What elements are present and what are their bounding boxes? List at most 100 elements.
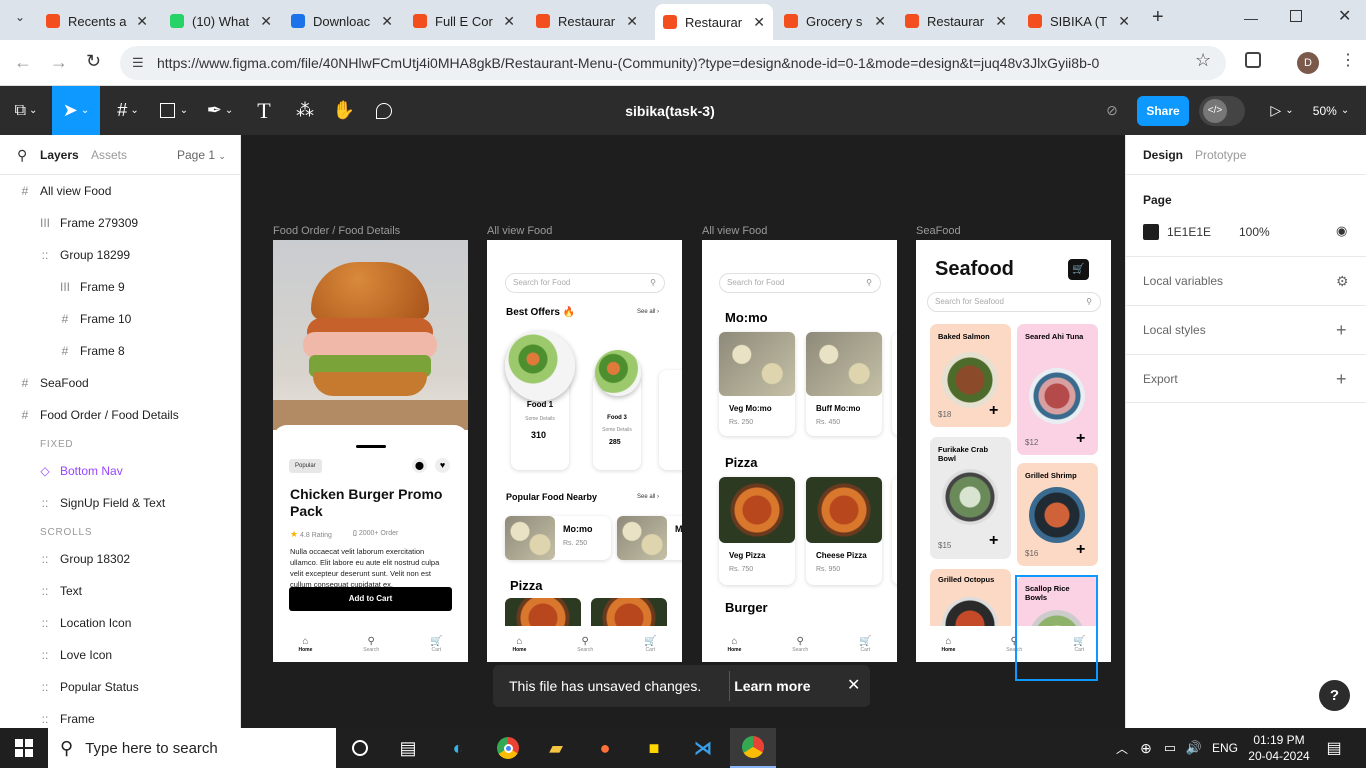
- main-menu-button[interactable]: ⧉ ⌄: [8, 86, 44, 135]
- see-all-link[interactable]: See all ›: [637, 494, 659, 500]
- nav-search[interactable]: ⚲ Search: [363, 636, 379, 653]
- extensions-icon[interactable]: [1245, 52, 1261, 68]
- tab-list-chevron-icon[interactable]: ⌄: [10, 10, 30, 30]
- sliders-icon[interactable]: ⚙: [1336, 257, 1349, 306]
- taskbar-search[interactable]: ⚲ Type here to search: [48, 728, 336, 768]
- tab-close-icon[interactable]: ✕: [874, 13, 886, 30]
- pen-tool-button[interactable]: ✒ ⌄: [200, 86, 240, 135]
- layer-row[interactable]: III Frame 279309: [0, 207, 240, 239]
- tab-close-icon[interactable]: ✕: [136, 13, 148, 30]
- tab-close-icon[interactable]: ✕: [381, 13, 393, 30]
- search-icon[interactable]: ⚲: [17, 147, 27, 164]
- file-title[interactable]: sibika(task-3): [560, 86, 780, 135]
- close-icon[interactable]: ✕: [847, 675, 860, 695]
- move-tool-button[interactable]: ➤ ⌄: [52, 86, 100, 135]
- task-view-icon[interactable]: ▤: [394, 728, 422, 768]
- seafood-card[interactable]: Seared Ahi Tuna $12 +: [1017, 324, 1098, 455]
- present-button[interactable]: ▷ ⌄: [1265, 86, 1299, 135]
- all-view-food-frame[interactable]: Search for Food ⚲ Best Offers 🔥 See all ›…: [487, 240, 682, 662]
- browser-tab[interactable]: Full E Cor ✕: [405, 6, 523, 36]
- layer-row[interactable]: :: Group 18299: [0, 239, 240, 271]
- layer-row[interactable]: III Frame 9: [0, 271, 240, 303]
- nav-home[interactable]: ⌂ Home: [298, 636, 312, 653]
- seafood-card[interactable]: Baked Salmon $18 +: [930, 324, 1011, 427]
- browser-tab[interactable]: Downloac ✕: [283, 6, 401, 36]
- food-card[interactable]: Veg Pizza Rs. 750: [719, 477, 795, 585]
- tab-close-icon[interactable]: ✕: [1118, 13, 1130, 30]
- dev-mode-toggle[interactable]: </>: [1199, 96, 1245, 126]
- drag-handle[interactable]: [356, 445, 386, 448]
- browser-tab[interactable]: Grocery s ✕: [776, 6, 894, 36]
- shape-tool-button[interactable]: ⌄: [154, 86, 194, 135]
- minimize-button[interactable]: —: [1244, 10, 1258, 26]
- hand-tool-button[interactable]: ✋: [330, 86, 358, 135]
- browser-tab[interactable]: Restaurar ✕: [655, 4, 773, 40]
- location-icon[interactable]: ⬤: [412, 458, 427, 473]
- add-icon[interactable]: +: [989, 402, 998, 420]
- back-icon[interactable]: ←: [14, 52, 32, 73]
- seafood-card[interactable]: Furikake Crab Bowl $15 +: [930, 437, 1011, 559]
- add-icon[interactable]: +: [989, 532, 998, 550]
- add-icon[interactable]: +: [1336, 306, 1347, 355]
- layer-row[interactable]: # All view Food: [0, 175, 240, 207]
- export-row[interactable]: Export +: [1126, 354, 1366, 403]
- cortana-icon[interactable]: [346, 728, 374, 768]
- sticky-notes-icon[interactable]: ■: [640, 728, 668, 768]
- chevron-up-icon[interactable]: ︿: [1112, 728, 1132, 768]
- page-color-swatch[interactable]: [1143, 224, 1159, 240]
- nav-home[interactable]: ⌂ Home: [727, 636, 741, 653]
- nav-cart[interactable]: 🛒 Cart: [430, 636, 442, 653]
- profile-avatar[interactable]: D: [1297, 52, 1319, 74]
- layer-row[interactable]: # Food Order / Food Details: [0, 399, 240, 431]
- frame-label[interactable]: All view Food: [487, 225, 552, 237]
- offer-card[interactable]: [659, 370, 682, 470]
- nav-cart[interactable]: 🛒 Cart: [644, 636, 656, 653]
- bookmark-star-icon[interactable]: ☆: [1195, 50, 1211, 71]
- page-opacity[interactable]: 100%: [1239, 225, 1270, 239]
- layer-row[interactable]: :: SignUp Field & Text: [0, 487, 240, 519]
- add-icon[interactable]: +: [1076, 430, 1085, 448]
- frame-label[interactable]: SeaFood: [916, 225, 961, 237]
- browser-tab[interactable]: Restaurar ✕: [897, 6, 1015, 36]
- design-canvas[interactable]: Food Order / Food Details Popular ⬤ ♥ Ch…: [241, 135, 1125, 728]
- layer-row[interactable]: :: Group 18302: [0, 543, 240, 575]
- notification-icon[interactable]: ▤: [1322, 728, 1346, 768]
- browser-tab[interactable]: Recents a ✕: [38, 6, 156, 36]
- cart-icon[interactable]: 🛒: [1068, 259, 1089, 280]
- all-view-food-frame-2[interactable]: Search for Food ⚲ Mo:mo Veg Mo:mo Rs. 250…: [702, 240, 897, 662]
- clock[interactable]: 01:19 PM 20-04-2024: [1247, 732, 1311, 764]
- tab-assets[interactable]: Assets: [91, 148, 127, 162]
- see-all-link[interactable]: See all ›: [637, 309, 659, 315]
- eye-icon[interactable]: ◉: [1336, 223, 1347, 239]
- food-card[interactable]: [892, 477, 897, 585]
- layer-row[interactable]: # SeaFood: [0, 367, 240, 399]
- tab-prototype[interactable]: Prototype: [1195, 148, 1246, 162]
- url-field[interactable]: ☰ https://www.figma.com/file/40NHlwFCmUt…: [120, 46, 1226, 80]
- reload-icon[interactable]: ↻: [86, 51, 101, 72]
- popular-card[interactable]: M: [617, 516, 682, 560]
- browser-tab[interactable]: Restaurar ✕: [528, 6, 646, 36]
- add-icon[interactable]: +: [1336, 355, 1347, 404]
- volume-icon[interactable]: 🔊: [1184, 728, 1204, 768]
- chrome-icon[interactable]: [494, 728, 522, 768]
- love-icon[interactable]: ♥: [435, 458, 450, 473]
- share-button[interactable]: Share: [1137, 96, 1189, 126]
- page-color-value[interactable]: 1E1E1E: [1167, 225, 1211, 239]
- resources-button[interactable]: ⁂: [290, 86, 320, 135]
- search-input[interactable]: Search for Seafood ⚲: [927, 292, 1101, 312]
- frame-tool-button[interactable]: # ⌄: [108, 86, 148, 135]
- search-input[interactable]: Search for Food ⚲: [505, 273, 665, 293]
- tab-close-icon[interactable]: ✕: [626, 13, 638, 30]
- tab-close-icon[interactable]: ✕: [995, 13, 1007, 30]
- search-input[interactable]: Search for Food ⚲: [719, 273, 881, 293]
- seafood-card[interactable]: Grilled Shrimp $16 +: [1017, 463, 1098, 566]
- page-selector[interactable]: Page 1 ⌄: [177, 148, 226, 162]
- add-icon[interactable]: +: [1076, 541, 1085, 559]
- selection-box[interactable]: [1015, 575, 1098, 681]
- nav-home[interactable]: ⌂ Home: [512, 636, 526, 653]
- food-details-frame[interactable]: Popular ⬤ ♥ Chicken Burger Promo Pack ★ …: [273, 240, 468, 662]
- tab-close-icon[interactable]: ✕: [753, 14, 765, 31]
- layer-row[interactable]: # Frame 8: [0, 335, 240, 367]
- battery-icon[interactable]: ▭: [1160, 728, 1180, 768]
- windows-start-icon[interactable]: [10, 728, 38, 768]
